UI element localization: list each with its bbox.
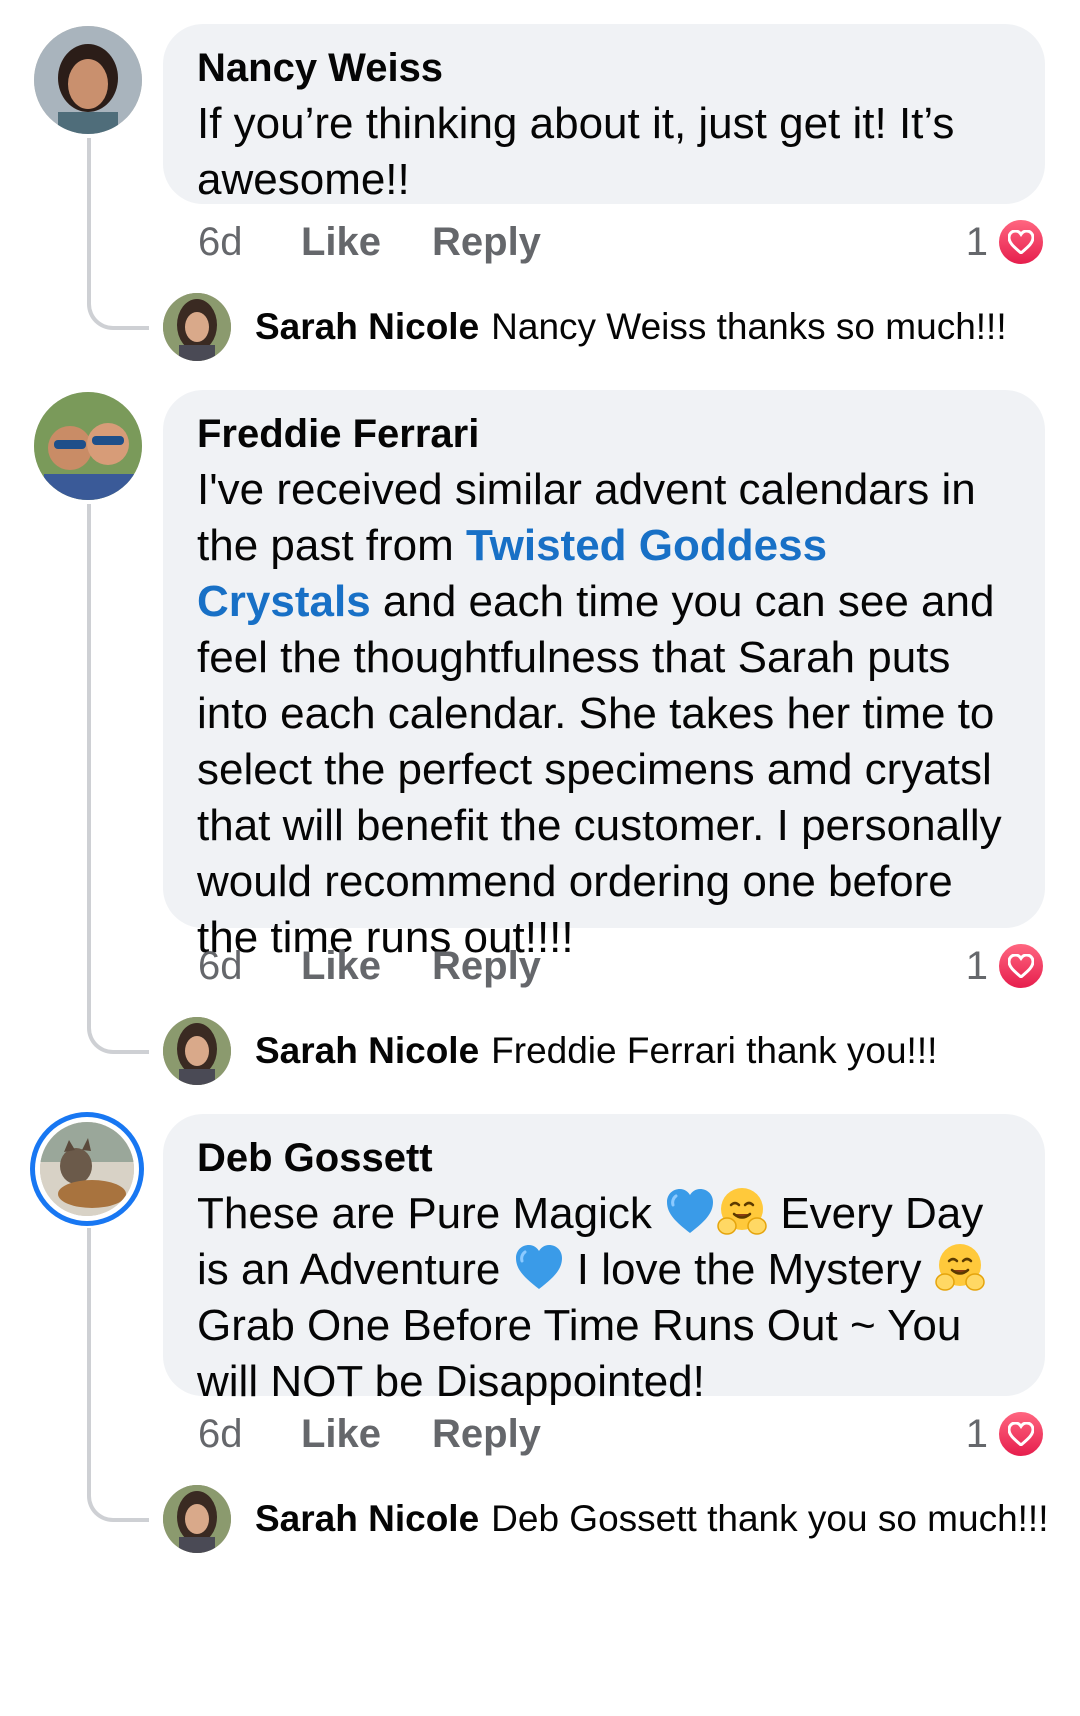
blue-heart-icon [664,1186,716,1236]
reply-preview[interactable]: Sarah Nicole Freddie Ferrari thank you!!! [163,1016,937,1086]
profile-photo-icon [163,1485,231,1553]
avatar[interactable] [163,1017,231,1085]
comment-timestamp[interactable]: 6d [198,944,301,989]
avatar[interactable] [163,1485,231,1553]
comment-bubble: Deb Gossett These are Pure Magick Every … [163,1114,1045,1406]
reaction-summary[interactable]: 1 [966,1409,1046,1459]
heart-icon [996,1409,1046,1459]
reply-text: Deb Gossett thank you so much!!! [491,1498,1049,1539]
thread-connector [87,504,149,1054]
avatar[interactable] [163,293,231,361]
comment-actions: 6d Like Reply 1 [198,936,1046,996]
profile-photo-icon [163,1017,231,1085]
avatar[interactable] [34,26,142,134]
comment-author[interactable]: Freddie Ferrari [197,408,1009,460]
reaction-summary[interactable]: 1 [966,217,1046,267]
profile-photo-icon [163,293,231,361]
avatar-with-story-ring[interactable] [40,1122,134,1216]
reply-text: Freddie Ferrari thank you!!! [491,1030,938,1071]
reaction-count: 1 [965,943,988,988]
like-button[interactable]: Like [301,1412,432,1457]
profile-photo-icon [40,1122,134,1216]
hugging-face-icon [934,1242,986,1292]
comment-text: These are Pure Magick Every Day is an Ad… [197,1186,1009,1410]
reaction-count: 1 [965,1411,988,1456]
reply-author[interactable]: Sarah Nicole [255,1030,479,1071]
comment-timestamp[interactable]: 6d [198,220,301,265]
reply-button[interactable]: Reply [432,220,541,265]
like-button[interactable]: Like [301,944,432,989]
heart-icon [996,217,1046,267]
reaction-summary[interactable]: 1 [966,941,1046,991]
profile-photo-icon [34,392,142,500]
comment-actions: 6d Like Reply 1 [198,1404,1046,1464]
comment-bubble: Nancy Weiss If you’re thinking about it,… [163,24,1045,204]
like-button[interactable]: Like [301,220,432,265]
comment-text: I've received similar advent calendars i… [197,465,1002,962]
comment-actions: 6d Like Reply 1 [198,212,1046,272]
reply-button[interactable]: Reply [432,944,541,989]
reaction-count: 1 [965,219,988,264]
reply-button[interactable]: Reply [432,1412,541,1457]
profile-photo-icon [34,26,142,134]
heart-icon [996,941,1046,991]
hugging-face-icon [716,1186,768,1236]
reply-author[interactable]: Sarah Nicole [255,306,479,347]
reply-author[interactable]: Sarah Nicole [255,1498,479,1539]
comment-author[interactable]: Deb Gossett [197,1132,1009,1184]
reply-text: Nancy Weiss thanks so much!!! [491,306,1007,347]
comment-timestamp[interactable]: 6d [198,1412,301,1457]
comment-text: If you’re thinking about it, just get it… [197,99,955,204]
thread-connector [87,1228,149,1522]
thread-connector [87,138,149,330]
blue-heart-icon [513,1242,565,1292]
comment-bubble: Freddie Ferrari I've received similar ad… [163,390,1045,962]
comment-author[interactable]: Nancy Weiss [197,42,1009,94]
reply-preview[interactable]: Sarah Nicole Nancy Weiss thanks so much!!… [163,292,1007,362]
reply-preview[interactable]: Sarah Nicole Deb Gossett thank you so muc… [163,1484,1049,1554]
avatar[interactable] [34,392,142,500]
